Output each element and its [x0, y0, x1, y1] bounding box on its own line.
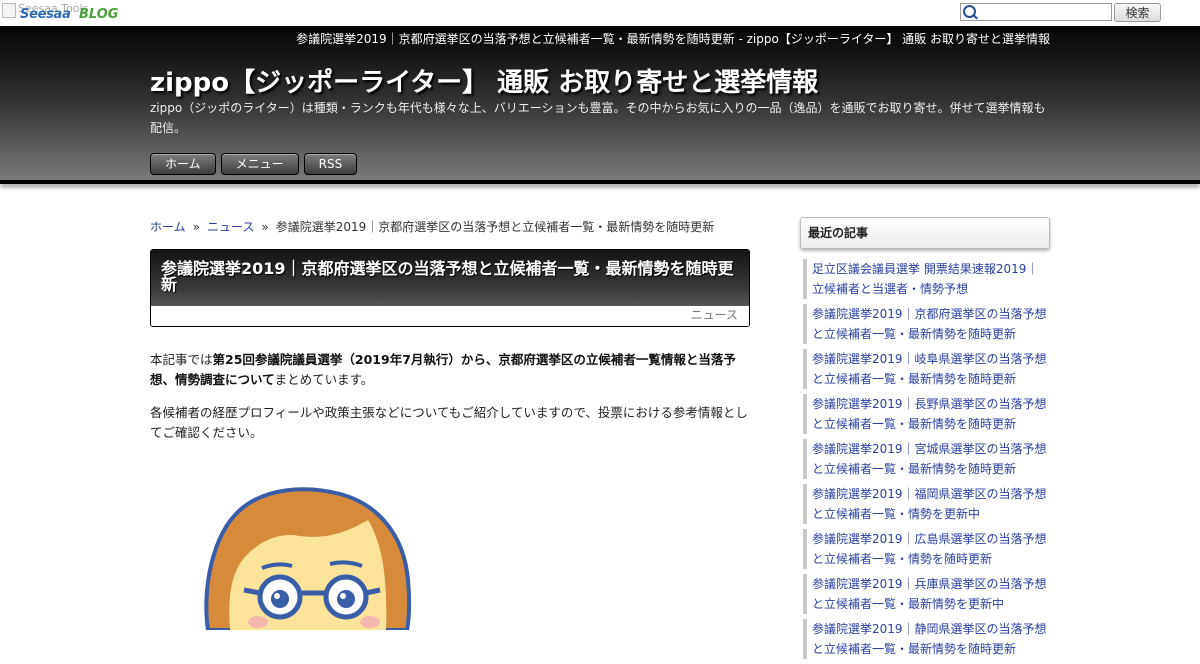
recent-post-link[interactable]: 参議院選挙2019｜広島県選挙区の当落予想と立候補者一覧・情勢を随時更新: [803, 529, 1048, 569]
breadcrumb: ホーム » ニュース » 参議院選挙2019｜京都府選挙区の当落予想と立候補者一覧・最新…: [150, 218, 714, 235]
main-nav: ホーム メニュー RSS: [150, 153, 358, 175]
recent-post-link[interactable]: 足立区議会議員選挙 開票結果速報2019｜立候補者と当選者・情勢予想: [803, 259, 1048, 299]
intro-text: 本記事では: [150, 352, 213, 367]
logo-text-blog: BLOG: [79, 7, 119, 22]
page-heading: 参議院選挙2019｜京都府選挙区の当落予想と立候補者一覧・最新情勢を随時更新 -…: [296, 32, 1050, 46]
article-header: 参議院選挙2019｜京都府選挙区の当落予想と立候補者一覧・最新情勢を随時更新 ニ…: [150, 249, 750, 327]
recent-post-link[interactable]: 参議院選挙2019｜兵庫県選挙区の当落予想と立候補者一覧・最新情勢を更新中: [803, 574, 1048, 614]
person-illustration: [204, 487, 412, 630]
seesaa-blog-logo[interactable]: Seesaa Tools Seesaa BLOG: [2, 2, 118, 22]
site-header: 参議院選挙2019｜京都府選挙区の当落予想と立候補者一覧・最新情勢を随時更新 -…: [0, 26, 1200, 180]
broken-image-icon: [2, 3, 16, 18]
recent-post-link[interactable]: 参議院選挙2019｜京都府選挙区の当落予想と立候補者一覧・最新情勢を随時更新: [803, 304, 1048, 344]
recent-post-link[interactable]: 参議院選挙2019｜静岡県選挙区の当落予想と立候補者一覧・最新情勢を随時更新: [803, 619, 1048, 659]
article-title[interactable]: 参議院選挙2019｜京都府選挙区の当落予想と立候補者一覧・最新情勢を随時更新: [151, 250, 749, 306]
article-paragraph-note: 各候補者の経歴プロフィールや政策主張などについてもご紹介していますので、投票にお…: [150, 405, 748, 440]
breadcrumb-category-link[interactable]: ニュース: [207, 220, 254, 234]
breadcrumb-current: 参議院選挙2019｜京都府選挙区の当落予想と立候補者一覧・最新情勢を随時更新: [275, 220, 715, 234]
nav-home-button[interactable]: ホーム: [150, 153, 216, 175]
top-toolbar: Seesaa Tools Seesaa BLOG 検索: [0, 0, 1200, 26]
site-title[interactable]: zippo【ジッポーライター】 通販 お取り寄せと選挙情報: [150, 62, 818, 99]
search-box[interactable]: [960, 3, 1112, 21]
nav-menu-button[interactable]: メニュー: [220, 153, 299, 175]
intro-text-end: まとめています。: [274, 372, 374, 387]
logo-text-seesaa: Seesaa: [20, 7, 71, 22]
recent-post-link[interactable]: 参議院選挙2019｜福岡県選挙区の当落予想と立候補者一覧・情勢を更新中: [803, 484, 1048, 524]
header-divider: [0, 180, 1200, 184]
recent-post-link[interactable]: 参議院選挙2019｜岐阜県選挙区の当落予想と立候補者一覧・最新情勢を随時更新: [803, 349, 1048, 389]
recent-post-link[interactable]: 参議院選挙2019｜長野県選挙区の当落予想と立候補者一覧・最新情勢を随時更新: [803, 394, 1048, 434]
search-button[interactable]: 検索: [1114, 3, 1161, 22]
article-paragraph-intro: 本記事では第25回参議院議員選挙（2019年7月執行）から、京都府選挙区の立候補…: [150, 350, 750, 390]
recent-posts-list: 足立区議会議員選挙 開票結果速報2019｜立候補者と当選者・情勢予想 参議院選挙…: [803, 259, 1048, 664]
search-icon: [963, 5, 976, 18]
sidebar-heading: 最近の記事: [800, 217, 1050, 249]
search-input[interactable]: [979, 4, 1109, 20]
intro-bold-text: 第25回参議院議員選挙（2019年7月執行）から、京都府選挙区の立候補者一覧情報…: [150, 352, 736, 387]
nav-rss-button[interactable]: RSS: [303, 153, 358, 175]
recent-post-link[interactable]: 参議院選挙2019｜宮城県選挙区の当落予想と立候補者一覧・最新情勢を随時更新: [803, 439, 1048, 479]
site-description: zippo（ジッポのライター）は種類・ランクも年代も様々な上、バリエーションも豊…: [150, 101, 1046, 135]
breadcrumb-home-link[interactable]: ホーム: [150, 220, 186, 234]
breadcrumb-separator: »: [261, 220, 269, 234]
article-category[interactable]: ニュース: [151, 306, 749, 326]
breadcrumb-separator: »: [192, 220, 200, 234]
